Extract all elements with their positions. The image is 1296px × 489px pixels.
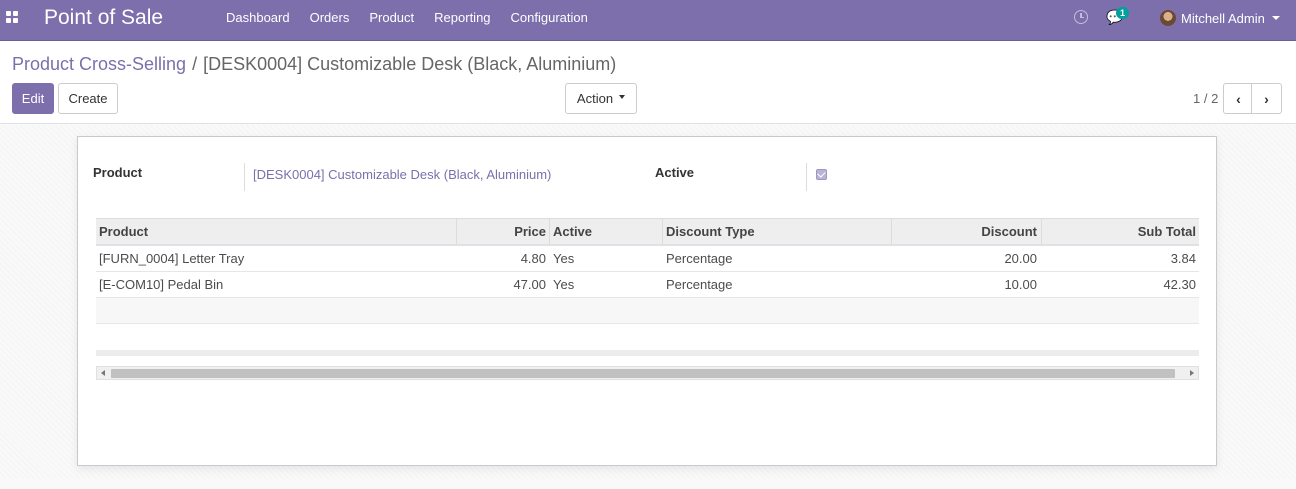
cell-product: [E-COM10] Pedal Bin [99, 277, 224, 292]
action-label: Action [576, 91, 614, 106]
breadcrumb-separator: / [192, 54, 198, 74]
menu-item-orders[interactable]: Orders [300, 0, 360, 40]
product-field-link[interactable]: [DESK0004] Customizable Desk (Black, Alu… [253, 167, 551, 182]
horizontal-scrollbar[interactable] [96, 366, 1199, 380]
caret-down-icon [619, 94, 626, 99]
menu-item-dashboard[interactable]: Dashboard [216, 0, 300, 40]
column-header-sub-total[interactable]: Sub Total [1041, 219, 1196, 245]
column-header-price[interactable]: Price [456, 219, 546, 245]
table-empty-row [96, 324, 1199, 350]
pager-previous-button[interactable]: ‹ [1223, 83, 1254, 114]
edit-button[interactable]: Edit [12, 83, 54, 114]
caret-down-icon [1271, 16, 1280, 20]
cell-sub-total: 3.84 [1170, 251, 1196, 266]
column-header-product[interactable]: Product [99, 219, 148, 245]
main-menu: Dashboard Orders Product Reporting Confi… [216, 0, 598, 40]
scrollbar-thumb[interactable] [111, 369, 1175, 378]
menu-item-reporting[interactable]: Reporting [424, 0, 500, 40]
pager-next-button[interactable]: › [1251, 83, 1282, 114]
action-dropdown-button[interactable]: Action [565, 83, 637, 114]
product-label: Product [93, 165, 143, 180]
messages-button[interactable]: 💬 1 [1106, 7, 1136, 30]
breadcrumb: Product Cross-Selling / [DESK0004] Customi… [12, 53, 616, 75]
column-header-discount-type[interactable]: Discount Type [666, 219, 755, 245]
messages-count-badge: 1 [1116, 7, 1130, 19]
scroll-right-arrow-icon[interactable] [1190, 370, 1194, 376]
cell-active: Yes [553, 251, 575, 266]
column-header-active[interactable]: Active [553, 219, 592, 245]
form-sheet: Product [DESK0004] Customizable Desk (Bl… [77, 136, 1217, 466]
cell-active: Yes [553, 277, 575, 292]
cell-product: [FURN_0004] Letter Tray [99, 251, 245, 266]
column-divider[interactable] [662, 219, 663, 245]
user-name: Mitchell Admin [1181, 10, 1265, 26]
breadcrumb-current: [DESK0004] Customizable Desk (Black, Alu… [203, 54, 617, 74]
cell-sub-total: 42.30 [1163, 277, 1196, 292]
cell-discount-type: Percentage [666, 251, 733, 266]
cell-discount-type: Percentage [666, 277, 733, 292]
scroll-left-arrow-icon[interactable] [101, 370, 105, 376]
chevron-left-icon: ‹ [1236, 90, 1241, 107]
user-menu[interactable]: Mitchell Admin [1160, 8, 1280, 28]
table-row[interactable]: [E-COM10] Pedal Bin 47.00 Yes Percentage… [96, 272, 1199, 298]
field-divider [244, 163, 245, 191]
table-empty-row [96, 298, 1199, 324]
table-row[interactable]: [FURN_0004] Letter Tray 4.80 Yes Percent… [96, 246, 1199, 272]
pager-value[interactable]: 1 / 2 [1193, 91, 1218, 106]
active-checkbox[interactable] [816, 169, 827, 180]
table-footer [96, 350, 1199, 356]
field-divider [806, 163, 807, 191]
avatar [1160, 10, 1176, 26]
control-panel: Product Cross-Selling / [DESK0004] Customi… [0, 41, 1296, 124]
breadcrumb-parent-link[interactable]: Product Cross-Selling [12, 54, 186, 74]
cell-discount: 10.00 [1004, 277, 1037, 292]
cell-price: 4.80 [520, 251, 546, 266]
column-divider[interactable] [549, 219, 550, 245]
chevron-right-icon: › [1264, 90, 1269, 107]
cell-price: 47.00 [513, 277, 546, 292]
cell-discount: 20.00 [1004, 251, 1037, 266]
app-title[interactable]: Point of Sale [44, 5, 163, 31]
active-label: Active [655, 165, 695, 180]
clock-icon[interactable] [1074, 10, 1088, 24]
top-navbar: Point of Sale Dashboard Orders Product R… [0, 0, 1296, 41]
create-button[interactable]: Create [58, 83, 118, 114]
menu-item-product[interactable]: Product [359, 0, 424, 40]
column-header-discount[interactable]: Discount [891, 219, 1037, 245]
apps-grid-icon[interactable] [6, 11, 19, 24]
cross-selling-table: Product Price Active Discount Type Disco… [96, 218, 1199, 356]
table-header: Product Price Active Discount Type Disco… [96, 218, 1199, 246]
menu-item-configuration[interactable]: Configuration [501, 0, 598, 40]
